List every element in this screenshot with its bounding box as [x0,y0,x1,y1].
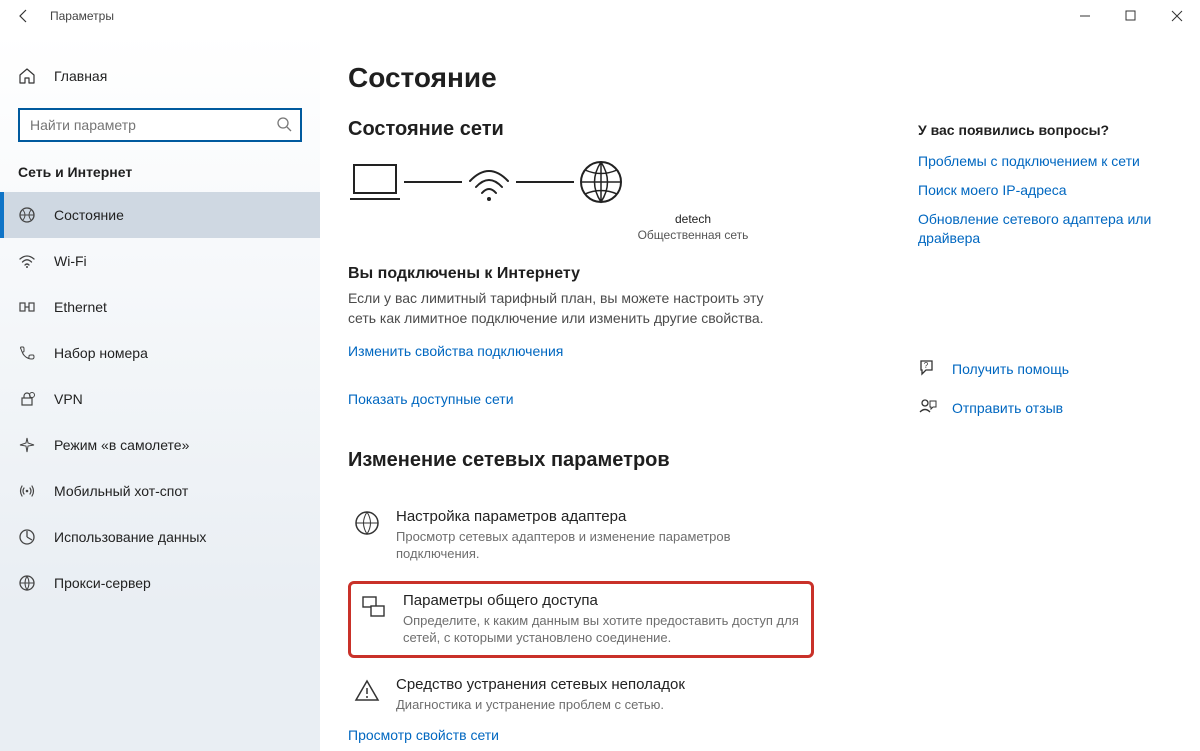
sidebar-item-label: Wi-Fi [54,253,87,269]
troubleshoot-icon [354,676,382,714]
setting-sharing-options[interactable]: Параметры общего доступа Определите, к к… [348,581,814,658]
sidebar-home[interactable]: Главная [0,56,320,96]
network-name: detech [478,211,908,227]
feedback-link[interactable]: Отправить отзыв [952,399,1063,418]
sidebar-item-dialup[interactable]: Набор номера [0,330,320,376]
page-title: Состояние [348,62,908,94]
sidebar-home-label: Главная [54,68,107,84]
sidebar-item-label: Мобильный хот-спот [54,483,188,499]
status-icon [18,206,36,224]
setting-adapter-options[interactable]: Настройка параметров адаптера Просмотр с… [348,500,800,571]
setting-title: Средство устранения сетевых неполадок [396,676,685,693]
proxy-icon [18,574,36,592]
setting-desc: Определите, к каким данным вы хотите пре… [403,612,801,647]
search-icon [276,116,292,135]
window-title: Параметры [50,9,114,23]
sharing-icon [361,592,389,647]
adapter-icon [354,508,382,563]
setting-desc: Просмотр сетевых адаптеров и изменение п… [396,528,794,563]
connector-line [404,181,462,183]
sidebar-item-label: Набор номера [54,345,148,361]
setting-title: Параметры общего доступа [403,592,801,609]
home-icon [18,67,36,85]
setting-desc: Диагностика и устранение проблем с сетью… [396,696,685,714]
sidebar-category: Сеть и Интернет [0,164,320,192]
link-change-properties[interactable]: Изменить свойства подключения [348,343,908,359]
send-feedback[interactable]: Отправить отзыв [918,397,1178,420]
minimize-button[interactable] [1062,0,1108,32]
link-network-properties[interactable]: Просмотр свойств сети [348,727,908,743]
faq-link-driver[interactable]: Обновление сетевого адаптера или драйвер… [918,210,1178,248]
vpn-icon [18,390,36,408]
maximize-button[interactable] [1108,0,1154,32]
right-panel: У вас появились вопросы? Проблемы с подк… [908,62,1178,751]
network-type: Общественная сеть [478,227,908,243]
sidebar-item-proxy[interactable]: Прокси-сервер [0,560,320,606]
ethernet-icon [18,298,36,316]
faq-link-connection[interactable]: Проблемы с подключением к сети [918,152,1178,171]
content: Состояние Состояние сети de [348,62,908,751]
sidebar: Главная Сеть и Интернет Состояние Wi-Fi … [0,32,320,751]
feedback-icon [918,397,938,420]
sidebar-item-ethernet[interactable]: Ethernet [0,284,320,330]
sidebar-item-vpn[interactable]: VPN [0,376,320,422]
search-input-wrapper[interactable] [18,108,302,142]
wifi-icon [18,252,36,270]
network-diagram [350,159,908,205]
help-link[interactable]: Получить помощь [952,360,1069,379]
connected-heading: Вы подключены к Интернету [348,265,908,283]
link-available-networks[interactable]: Показать доступные сети [348,391,908,407]
computer-icon [350,161,400,203]
airplane-icon [18,436,36,454]
svg-text:?: ? [924,361,929,370]
setting-troubleshoot[interactable]: Средство устранения сетевых неполадок Ди… [348,668,800,722]
change-settings-heading: Изменение сетевых параметров [348,449,908,472]
connected-desc: Если у вас лимитный тарифный план, вы мо… [348,289,778,328]
search-input[interactable] [28,116,276,134]
help-icon: ? [918,358,938,381]
titlebar: Параметры [0,0,1200,32]
sidebar-item-label: Состояние [54,207,124,223]
sidebar-item-datausage[interactable]: Использование данных [0,514,320,560]
sidebar-item-label: Ethernet [54,299,107,315]
questions-heading: У вас появились вопросы? [918,122,1178,138]
get-help[interactable]: ? Получить помощь [918,358,1178,381]
sidebar-item-label: Использование данных [54,529,206,545]
wifi-router-icon [466,161,512,203]
faq-link-ip[interactable]: Поиск моего IP-адреса [918,181,1178,200]
back-button[interactable] [8,0,40,32]
datausage-icon [18,528,36,546]
dialup-icon [18,344,36,362]
status-heading: Состояние сети [348,118,908,141]
sidebar-item-label: Прокси-сервер [54,575,151,591]
setting-title: Настройка параметров адаптера [396,508,794,525]
sidebar-item-airplane[interactable]: Режим «в самолете» [0,422,320,468]
close-button[interactable] [1154,0,1200,32]
sidebar-item-status[interactable]: Состояние [0,192,320,238]
hotspot-icon [18,482,36,500]
globe-icon [578,159,624,205]
sidebar-item-label: Режим «в самолете» [54,437,189,453]
sidebar-item-label: VPN [54,391,83,407]
sidebar-item-hotspot[interactable]: Мобильный хот-спот [0,468,320,514]
connector-line [516,181,574,183]
sidebar-item-wifi[interactable]: Wi-Fi [0,238,320,284]
